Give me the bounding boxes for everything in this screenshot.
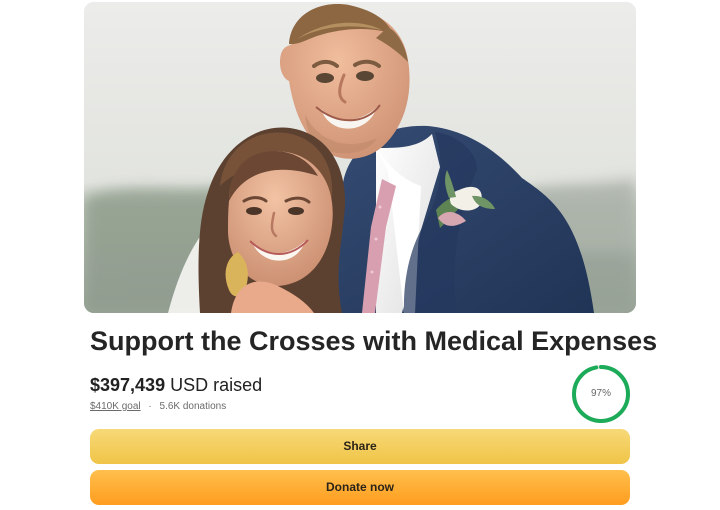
campaign-cover-image xyxy=(84,2,636,313)
progress-percent: 97% xyxy=(590,388,611,399)
share-button[interactable]: Share xyxy=(90,429,630,464)
donate-now-button[interactable]: Donate now xyxy=(90,470,630,505)
donation-count: 5.6K donations xyxy=(159,401,227,412)
goal-link[interactable]: $410K goal xyxy=(90,401,141,412)
stats-separator: · xyxy=(148,401,152,412)
campaign-stats: $410K goal · 5.6K donations xyxy=(90,399,226,415)
raised-amount: $397,439 xyxy=(90,375,166,395)
raised-suffix: USD raised xyxy=(170,375,263,395)
campaign-title: Support the Crosses with Medical Expense… xyxy=(90,326,658,356)
amount-raised: $397,439 USD raised xyxy=(90,373,262,397)
fundraiser-page: Support the Crosses with Medical Expense… xyxy=(0,0,720,510)
